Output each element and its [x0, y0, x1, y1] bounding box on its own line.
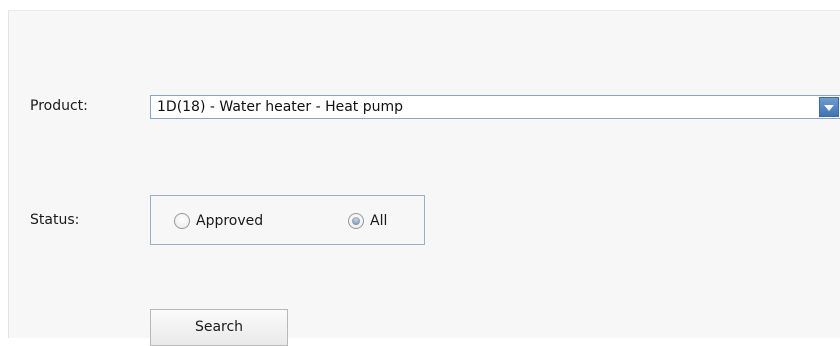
radio-all[interactable]: [348, 213, 364, 229]
radio-approved[interactable]: [174, 213, 190, 229]
radio-all-label[interactable]: All: [370, 213, 387, 229]
status-radio-group: Approved All: [150, 195, 425, 245]
chevron-down-icon[interactable]: [819, 97, 839, 117]
status-label: Status:: [30, 212, 80, 228]
search-button[interactable]: Search: [150, 309, 288, 346]
search-form-panel: Product: 1D(18) - Water heater - Heat pu…: [8, 10, 840, 346]
radio-approved-label[interactable]: Approved: [196, 213, 263, 229]
product-select-value: 1D(18) - Water heater - Heat pump: [157, 99, 404, 115]
product-label: Product:: [30, 98, 88, 114]
product-select[interactable]: 1D(18) - Water heater - Heat pump: [150, 95, 840, 119]
